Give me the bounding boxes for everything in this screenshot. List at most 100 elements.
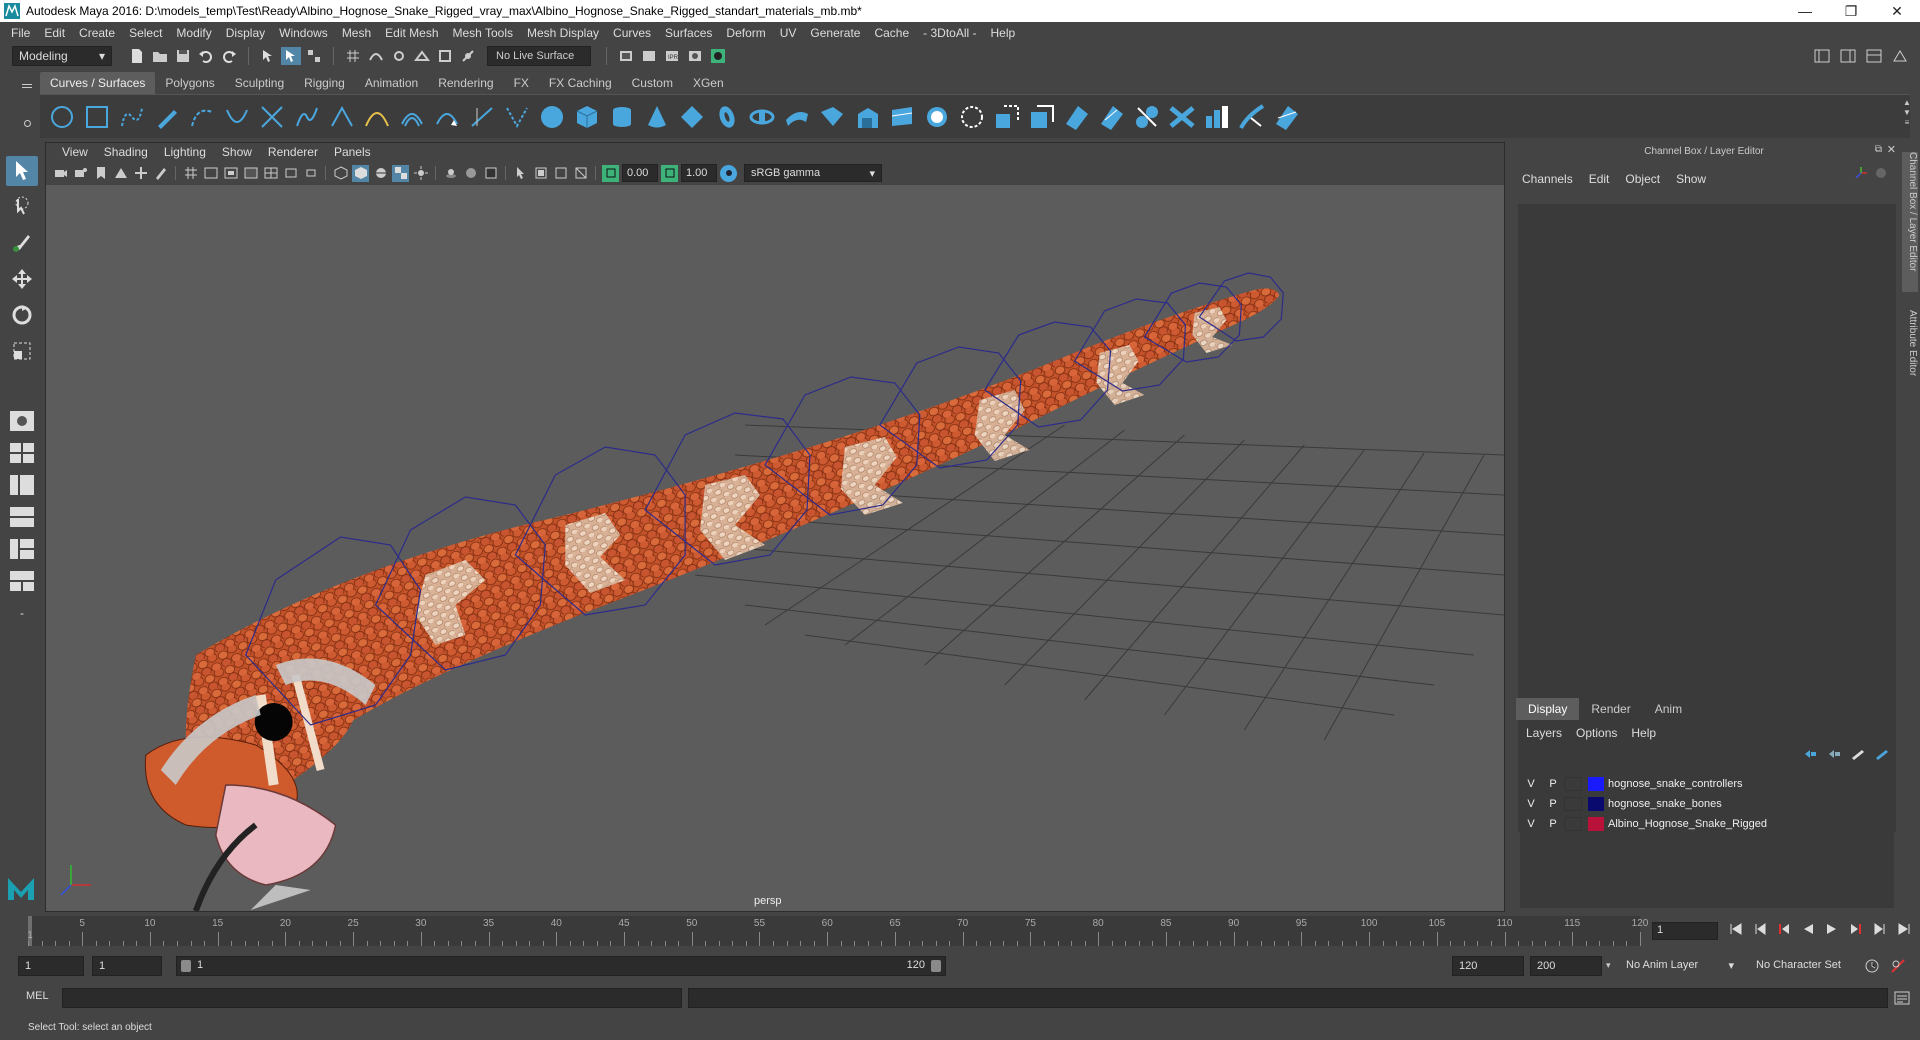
select-by-hierarchy-icon[interactable] — [258, 47, 278, 65]
safe-title-icon[interactable] — [302, 165, 319, 182]
new-scene-icon[interactable] — [127, 47, 147, 65]
animation-end-field[interactable]: 200 — [1530, 956, 1602, 976]
tab-anim[interactable]: Anim — [1643, 698, 1694, 720]
bezier-curve-tool-icon[interactable] — [223, 103, 251, 131]
tab-display[interactable]: Display — [1516, 698, 1580, 720]
panel-menu-lighting[interactable]: Lighting — [156, 145, 214, 159]
shelf-tab-rendering[interactable]: Rendering — [428, 72, 503, 94]
wireframe-icon[interactable] — [332, 165, 349, 182]
ep-curve-tool-icon[interactable] — [188, 103, 216, 131]
close-panel-icon[interactable]: ✕ — [1887, 143, 1896, 156]
rebuild-curve-icon[interactable] — [468, 103, 496, 131]
nurbs-circle-icon[interactable] — [48, 103, 76, 131]
persp-hypershade-view-icon[interactable] — [7, 536, 37, 562]
ambient-occlusion-icon[interactable] — [462, 165, 479, 182]
smooth-shade-icon[interactable] — [352, 164, 369, 182]
four-view-icon[interactable] — [7, 440, 37, 466]
layer-color-swatch[interactable] — [1588, 777, 1604, 791]
xray-joints-icon[interactable] — [552, 165, 569, 182]
camera-attributes-icon[interactable] — [72, 165, 89, 182]
shelf-tab-polygons[interactable]: Polygons — [155, 72, 224, 94]
toggle-modeling-toolkit-icon[interactable] — [1890, 47, 1910, 65]
select-camera-icon[interactable] — [52, 165, 69, 182]
cv-curve-tool-icon[interactable] — [118, 103, 146, 131]
panel-menu-panels[interactable]: Panels — [326, 145, 379, 159]
playback-start-field[interactable]: 1 — [92, 956, 162, 976]
speed-slow-icon[interactable] — [1874, 166, 1888, 180]
range-end-handle[interactable] — [931, 960, 941, 972]
manipulator-icon[interactable] — [1854, 166, 1868, 180]
time-slider-track[interactable]: 1 5 10 15 20 25 30 35 40 45 50 55 60 65 70 75 80 85 90 95 1… — [27, 916, 1648, 946]
exposure-icon[interactable] — [602, 164, 619, 182]
tab-render[interactable]: Render — [1579, 698, 1642, 720]
layer-row[interactable]: V P hognose_snake_controllers — [1520, 774, 1894, 794]
shelf-tab-rigging[interactable]: Rigging — [294, 72, 355, 94]
open-scene-icon[interactable] — [150, 47, 170, 65]
character-set-dropdown[interactable]: No Character Set — [1750, 956, 1866, 976]
pencil-curve-tool-icon[interactable] — [153, 103, 181, 131]
layer-playback-toggle[interactable]: P — [1542, 778, 1564, 790]
maya-home-icon[interactable] — [4, 870, 38, 904]
shadows-icon[interactable] — [442, 165, 459, 182]
nurbs-cone-icon[interactable] — [643, 103, 671, 131]
menu-edit-mesh[interactable]: Edit Mesh — [378, 26, 445, 40]
rebuild-surface-icon[interactable] — [1273, 103, 1301, 131]
menu-3dtoall[interactable]: - 3DtoAll - — [916, 26, 983, 40]
layer-visibility-toggle[interactable]: V — [1520, 818, 1542, 830]
undo-icon[interactable] — [196, 47, 216, 65]
workspace-icon[interactable] — [1812, 47, 1832, 65]
channels-menu[interactable]: Channels — [1522, 172, 1573, 186]
nurbs-cube-icon[interactable] — [573, 103, 601, 131]
menu-create[interactable]: Create — [72, 26, 122, 40]
minimize-button[interactable]: — — [1782, 0, 1828, 22]
image-plane-icon[interactable] — [112, 165, 129, 182]
grid-toggle-icon[interactable] — [182, 165, 199, 182]
menu-mesh[interactable]: Mesh — [335, 26, 378, 40]
shelf-tab-animation[interactable]: Animation — [355, 72, 428, 94]
shelf-scroll-arrows[interactable]: ▲ ▼ ≡ — [1900, 98, 1914, 132]
rotate-tool-icon[interactable] — [6, 300, 38, 330]
persp-graph-view-icon[interactable] — [7, 504, 37, 530]
menu-file[interactable]: File — [4, 26, 37, 40]
menu-curves[interactable]: Curves — [606, 26, 658, 40]
safe-action-icon[interactable] — [282, 165, 299, 182]
save-scene-icon[interactable] — [173, 47, 193, 65]
go-to-start-icon[interactable] — [1728, 920, 1744, 938]
step-forward-key-icon[interactable] — [1872, 920, 1888, 938]
layer-playback-toggle[interactable]: P — [1542, 818, 1564, 830]
move-tool-icon[interactable] — [6, 264, 38, 294]
toggle-channel-box-icon[interactable] — [1838, 47, 1858, 65]
insert-isoparm-icon[interactable] — [1133, 103, 1161, 131]
revolve-icon[interactable] — [748, 103, 776, 131]
textured-icon[interactable] — [392, 164, 409, 182]
layer-row[interactable]: V P hognose_snake_bones — [1520, 794, 1894, 814]
menu-windows[interactable]: Windows — [272, 26, 335, 40]
step-back-key-icon[interactable] — [1752, 920, 1768, 938]
float-panel-icon[interactable]: ⧉ — [1875, 144, 1882, 155]
gamma-field[interactable]: 1.00 — [681, 164, 717, 182]
menu-set-dropdown[interactable]: Modeling ▾ — [12, 46, 112, 66]
nurbs-sphere-icon[interactable] — [538, 103, 566, 131]
exposure-field[interactable]: 0.00 — [622, 164, 658, 182]
snap-surface-icon[interactable] — [435, 47, 455, 65]
menu-modify[interactable]: Modify — [169, 26, 218, 40]
panel-menu-shading[interactable]: Shading — [96, 145, 156, 159]
film-gate-icon[interactable] — [202, 165, 219, 182]
close-button[interactable]: ✕ — [1874, 0, 1920, 22]
surface-editing-tool-icon[interactable] — [1238, 103, 1266, 131]
nurbs-torus-icon[interactable] — [713, 103, 741, 131]
options-menu[interactable]: Options — [1576, 726, 1617, 740]
snap-point-icon[interactable] — [389, 47, 409, 65]
shelf-tab-fx-caching[interactable]: FX Caching — [539, 72, 622, 94]
menu-help[interactable]: Help — [984, 26, 1023, 40]
outliner-view-icon[interactable] — [7, 568, 37, 594]
birail-icon[interactable] — [888, 103, 916, 131]
play-backwards-icon[interactable] — [1800, 920, 1816, 938]
wireframe-on-shaded-icon[interactable] — [372, 165, 389, 182]
edit-menu[interactable]: Edit — [1589, 172, 1610, 186]
gamma-icon[interactable] — [661, 164, 678, 182]
command-input[interactable] — [62, 988, 682, 1008]
shelf-tab-fx[interactable]: FX — [504, 72, 539, 94]
menu-cache[interactable]: Cache — [867, 26, 916, 40]
extend-surface-icon[interactable] — [1098, 103, 1126, 131]
